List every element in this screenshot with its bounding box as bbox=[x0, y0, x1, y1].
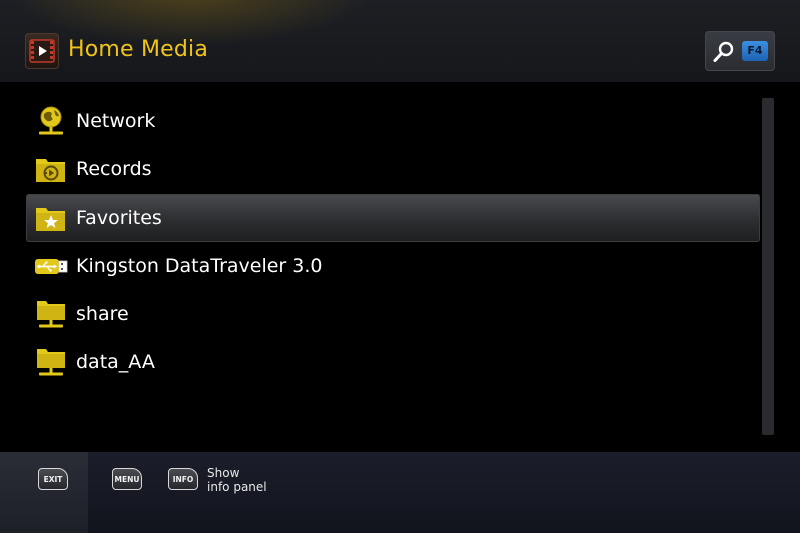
info-hint-line-1: Show bbox=[207, 466, 240, 480]
info-panel-hint: Show info panel bbox=[207, 466, 267, 494]
exit-key-button[interactable]: EXIT bbox=[38, 468, 70, 490]
list-item-records[interactable]: Records bbox=[26, 145, 760, 193]
list-item-favorites[interactable]: Favorites bbox=[26, 193, 760, 242]
info-key-button[interactable]: INFO bbox=[168, 468, 200, 490]
list-item-data-aa[interactable]: data_AA bbox=[26, 338, 760, 386]
list-item-label: Kingston DataTraveler 3.0 bbox=[76, 254, 323, 277]
network-folder-icon bbox=[37, 301, 65, 328]
list-item-kingston-usb[interactable]: Kingston DataTraveler 3.0 bbox=[26, 242, 760, 290]
f4-key-badge: F4 bbox=[742, 41, 768, 61]
exit-key-icon: EXIT bbox=[38, 468, 68, 490]
usb-drive-icon bbox=[35, 258, 68, 274]
header-bar: Home Media F4 bbox=[0, 0, 800, 82]
favorites-star-folder-icon bbox=[36, 207, 65, 231]
list-item-network[interactable]: Network bbox=[26, 97, 760, 145]
records-folder-icon bbox=[36, 159, 65, 183]
info-hint-line-2: info panel bbox=[207, 480, 267, 494]
menu-key-button[interactable]: MENU bbox=[112, 468, 144, 490]
list-item-label: Network bbox=[76, 110, 156, 132]
home-media-screen: Home Media F4 Network Records Favorites … bbox=[0, 0, 800, 533]
page-title: Home Media bbox=[68, 37, 209, 62]
info-key-icon: INFO bbox=[168, 468, 198, 490]
menu-key-icon: MENU bbox=[112, 468, 142, 490]
media-source-list: Network Records Favorites Kingston DataT… bbox=[26, 97, 760, 387]
list-item-share[interactable]: share bbox=[26, 290, 760, 338]
network-globe-icon bbox=[39, 106, 63, 135]
footer-left-panel bbox=[0, 452, 88, 533]
list-scrollbar[interactable] bbox=[762, 98, 774, 435]
video-film-icon bbox=[25, 33, 59, 69]
list-item-label: Favorites bbox=[76, 206, 162, 229]
list-item-label: data_AA bbox=[76, 351, 155, 374]
list-item-label: share bbox=[76, 303, 129, 326]
footer-bar bbox=[0, 452, 800, 533]
magnifier-icon bbox=[713, 41, 734, 62]
network-folder-icon bbox=[37, 349, 65, 376]
list-item-label: Records bbox=[76, 158, 152, 181]
search-button[interactable]: F4 bbox=[705, 31, 775, 71]
